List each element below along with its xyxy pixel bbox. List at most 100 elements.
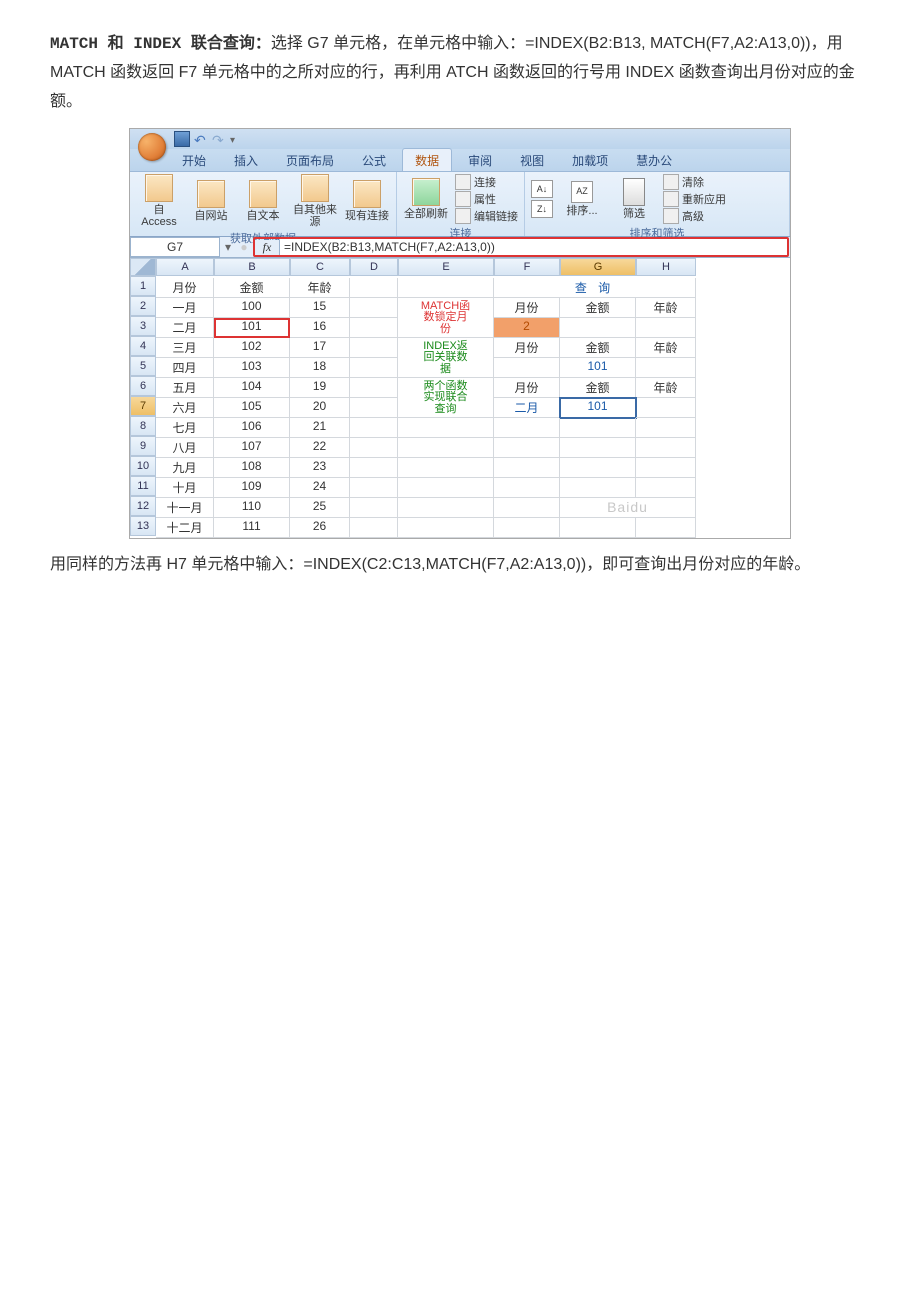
cell[interactable]: 月份 [156,278,214,298]
cell[interactable] [636,358,696,378]
cell[interactable]: 24 [290,478,350,498]
cell[interactable] [398,458,494,478]
save-icon[interactable] [174,131,190,147]
from-access-button[interactable]: 自 Access [136,174,182,228]
cell[interactable] [398,518,494,538]
cell[interactable] [494,458,560,478]
col-header[interactable]: A [156,258,214,276]
cell[interactable] [636,478,696,498]
cell[interactable] [494,418,560,438]
cell[interactable]: 五月 [156,378,214,398]
cell[interactable] [398,278,494,298]
cell[interactable]: 20 [290,398,350,418]
cell-combined-desc[interactable]: 两个函数实现联合查询 [398,378,494,418]
cell[interactable] [350,318,398,338]
cell[interactable]: 105 [214,398,290,418]
cell[interactable]: 年龄 [636,338,696,358]
cell[interactable]: 25 [290,498,350,518]
row-header[interactable]: 4 [130,336,156,356]
cell[interactable] [398,498,494,518]
cell[interactable] [494,438,560,458]
undo-icon[interactable] [194,132,208,146]
cell[interactable]: 十二月 [156,518,214,538]
cell[interactable] [398,438,494,458]
cell[interactable] [560,478,636,498]
cell[interactable] [636,438,696,458]
row-header[interactable]: 7 [130,396,156,416]
cell[interactable]: 16 [290,318,350,338]
tab-start[interactable]: 开始 [170,149,218,171]
existing-conn-button[interactable]: 现有连接 [344,180,390,222]
cell[interactable] [494,478,560,498]
cell[interactable]: 二月 [494,398,560,418]
row-header[interactable]: 9 [130,436,156,456]
cell[interactable] [398,478,494,498]
cell[interactable]: 年龄 [636,298,696,318]
cell[interactable] [560,458,636,478]
cell-g7-active[interactable]: 101 [560,398,636,418]
cell[interactable]: 107 [214,438,290,458]
sort-asc-button[interactable]: A↓ [531,180,553,198]
cell[interactable]: 104 [214,378,290,398]
col-header[interactable]: D [350,258,398,276]
fx-button[interactable]: fx [255,240,280,255]
properties-button[interactable]: 属性 [455,191,518,207]
cell[interactable]: 23 [290,458,350,478]
cell[interactable]: 108 [214,458,290,478]
cell[interactable] [560,518,636,538]
cell[interactable]: 15 [290,298,350,318]
reapply-button[interactable]: 重新应用 [663,191,726,207]
cell[interactable]: 金额 [560,298,636,318]
tab-formula[interactable]: 公式 [350,149,398,171]
row-header[interactable]: 10 [130,456,156,476]
from-web-button[interactable]: 自网站 [188,180,234,222]
col-header[interactable]: E [398,258,494,276]
row-header[interactable]: 1 [130,276,156,296]
formula-cancel-icon[interactable]: ● [236,237,252,257]
cell[interactable] [636,518,696,538]
redo-icon[interactable] [212,132,226,146]
cell[interactable] [636,398,696,418]
row-header[interactable]: 3 [130,316,156,336]
cell[interactable]: 2 [494,318,560,338]
cell[interactable] [636,318,696,338]
cell[interactable]: 109 [214,478,290,498]
cell[interactable] [398,418,494,438]
row-header[interactable]: 6 [130,376,156,396]
cell[interactable]: 四月 [156,358,214,378]
name-box-dropdown-icon[interactable]: ▾ [220,237,236,257]
cell[interactable] [350,378,398,398]
cell[interactable]: 106 [214,418,290,438]
cell[interactable] [350,278,398,298]
refresh-all-button[interactable]: 全部刷新 [403,178,449,220]
cell[interactable] [560,438,636,458]
cell[interactable] [350,298,398,318]
cell[interactable]: 二月 [156,318,214,338]
cell[interactable]: 年龄 [290,278,350,298]
cell[interactable]: 21 [290,418,350,438]
cell[interactable] [350,498,398,518]
cell[interactable] [636,418,696,438]
tab-addin[interactable]: 加载项 [560,149,620,171]
cell[interactable] [350,518,398,538]
col-header[interactable]: G [560,258,636,276]
row-header[interactable]: 13 [130,516,156,536]
cell[interactable]: 三月 [156,338,214,358]
tab-layout[interactable]: 页面布局 [274,149,346,171]
sort-desc-button[interactable]: Z↓ [531,200,553,218]
row-header[interactable]: 12 [130,496,156,516]
cell[interactable]: 102 [214,338,290,358]
cell[interactable]: 17 [290,338,350,358]
cell[interactable] [560,318,636,338]
cell[interactable]: 金额 [560,378,636,398]
cell[interactable] [350,398,398,418]
name-box[interactable]: G7 [130,237,220,257]
from-other-button[interactable]: 自其他来源 [292,174,338,228]
tab-huiban[interactable]: 慧办公 [624,149,684,171]
cell[interactable]: 六月 [156,398,214,418]
cell[interactable]: 22 [290,438,350,458]
qat-dropdown-icon[interactable] [230,132,244,146]
filter-button[interactable]: 筛选 [611,178,657,220]
cell[interactable] [494,498,560,518]
row-header[interactable]: 5 [130,356,156,376]
